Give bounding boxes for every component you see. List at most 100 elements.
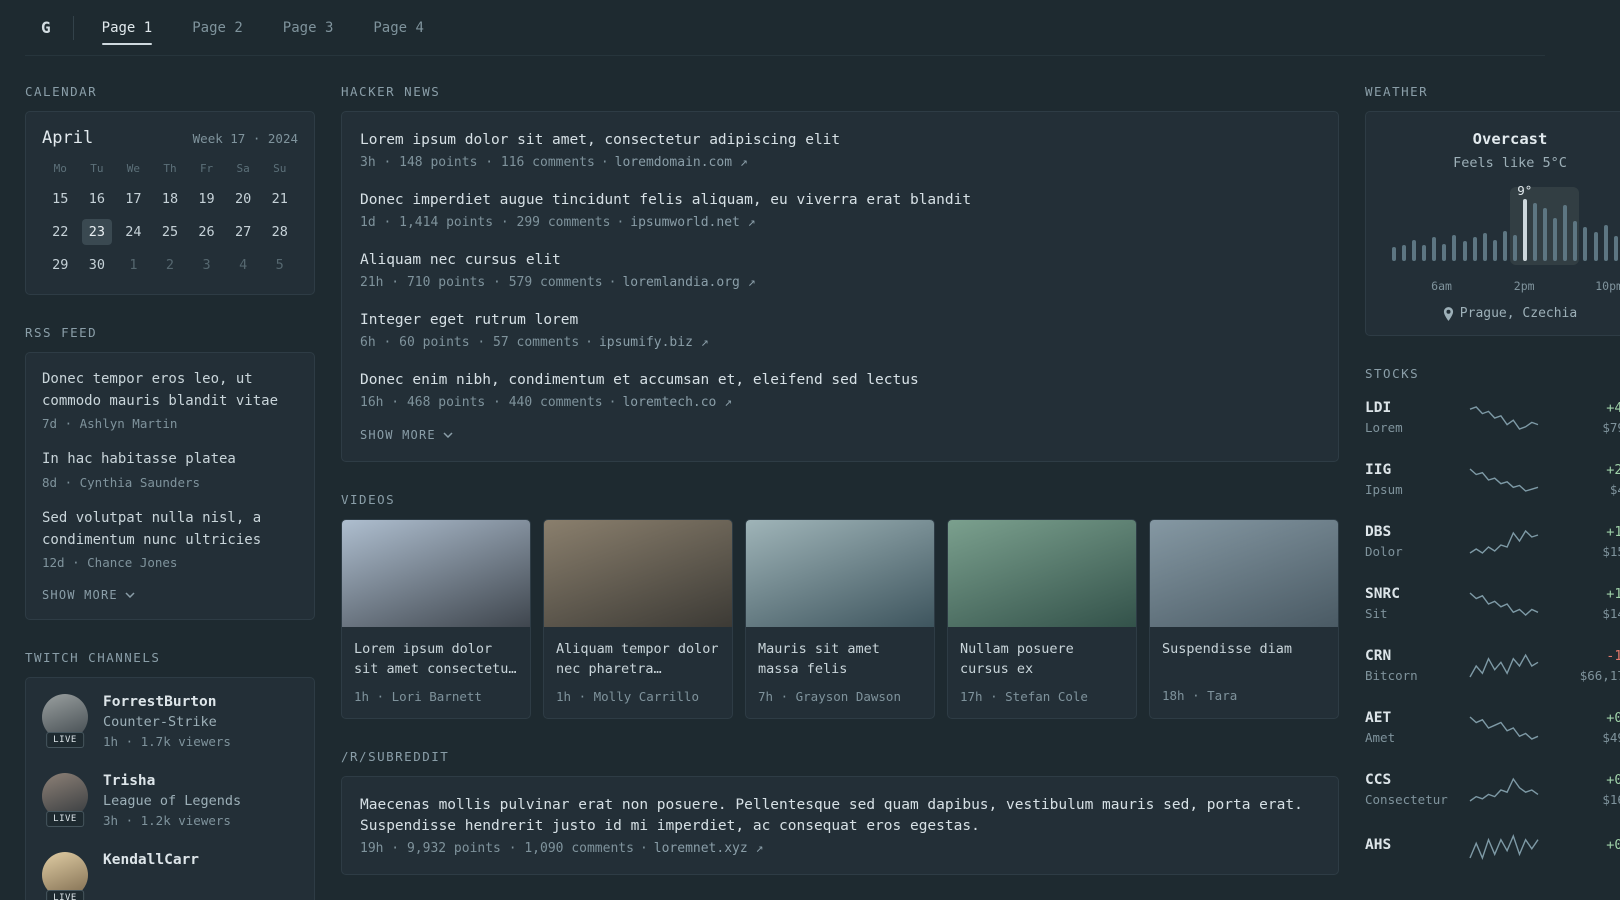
hn-item-title[interactable]: Donec imperdiet augue tincidunt felis al…	[360, 190, 1320, 211]
stock-sparkline	[1469, 777, 1539, 802]
video-thumbnail[interactable]	[1150, 520, 1338, 628]
show-more-label: SHOW MORE	[360, 428, 436, 443]
stock-change: +2.84%	[1606, 462, 1620, 478]
twitch-widget: TWITCH CHANNELS LIVE ForrestBurton Count…	[25, 650, 315, 900]
stock-change: +0.92%	[1606, 710, 1620, 726]
rss-item-title[interactable]: Donec tempor eros leo, ut commodo mauris…	[42, 369, 298, 412]
hn-item: Aliquam nec cursus elit 21h · 710 points…	[360, 250, 1320, 290]
calendar-day: 18	[161, 191, 179, 207]
channel-game: Counter-Strike	[103, 714, 217, 731]
top-nav: G Page 1 Page 2 Page 3 Page 4	[25, 0, 1545, 56]
calendar-day: 19	[198, 191, 215, 207]
stock-row[interactable]: AET Amet +0.92% $499.72	[1365, 703, 1620, 752]
tab-page-1[interactable]: Page 1	[101, 0, 152, 55]
hn-item-title[interactable]: Lorem ipsum dolor sit amet, consectetur …	[360, 130, 1320, 151]
weather-label: WEATHER	[1365, 84, 1429, 99]
subreddit-domain-link[interactable]: loremnet.xyz ↗	[654, 841, 764, 856]
tab-page-3[interactable]: Page 3	[283, 0, 334, 55]
stock-name: Lorem	[1365, 420, 1403, 435]
channel-name[interactable]: KendallCarr	[103, 852, 199, 868]
video-title[interactable]: Nullam posuere cursus ex	[960, 639, 1124, 680]
weather-bar	[1593, 232, 1598, 261]
video-title[interactable]: Suspendisse diam	[1162, 639, 1326, 679]
stock-row[interactable]: CRN Bitcorn -1.00% $66,171.48	[1365, 641, 1620, 690]
weather-bar	[1482, 233, 1487, 261]
stock-change: +4.35%	[1606, 400, 1620, 416]
video-thumbnail[interactable]	[746, 520, 934, 628]
videos-label: VIDEOS	[341, 492, 396, 508]
calendar-dow: Mo	[53, 162, 67, 175]
stock-row[interactable]: DBS Dolor +1.42% $156.28	[1365, 517, 1620, 566]
hn-item-domain-link[interactable]: loremlandia.org ↗	[622, 275, 755, 290]
twitch-channel-row[interactable]: LIVE Trisha League of Legends 3h · 1.2k …	[42, 773, 298, 828]
video-card[interactable]: Mauris sit amet massa felis 7h · Grayson…	[745, 519, 935, 719]
stock-row[interactable]: SNRC Sit +1.36% $148.64	[1365, 579, 1620, 628]
meta-separator: ·	[608, 275, 617, 291]
calendar-day: 1	[129, 257, 138, 273]
hn-item-title[interactable]: Integer eget rutrum lorem	[360, 310, 1320, 331]
stock-row[interactable]: IIG Ipsum +2.84% $42.04	[1365, 455, 1620, 504]
twitch-channel-row[interactable]: LIVE ForrestBurton Counter-Strike 1h · 1…	[42, 694, 298, 749]
right-column: WEATHER Overcast Feels like 5°C 9° 6am 2…	[1365, 84, 1620, 867]
stocks-label: STOCKS	[1365, 366, 1420, 381]
video-meta: 1h · Molly Carrillo	[556, 688, 699, 704]
rss-show-more-button[interactable]: SHOW MORE	[42, 588, 135, 602]
stock-row[interactable]: CCS Consectetur +0.51% $165.84	[1365, 765, 1620, 814]
hn-item-meta: 1d · 1,414 points · 299 comments	[360, 215, 611, 231]
stock-sparkline	[1469, 405, 1539, 430]
chevron-down-icon	[443, 432, 453, 439]
weather-bar	[1402, 245, 1407, 261]
stock-symbol: SNRC	[1365, 586, 1400, 602]
weather-hours: 6am 2pm 10pm	[1392, 279, 1620, 294]
rss-item-meta: 8d · Cynthia Saunders	[42, 475, 201, 491]
video-thumbnail[interactable]	[948, 520, 1136, 628]
calendar-grid: Mo Tu We Th Fr Sa Su 15 16 17 18 19 20 21 22 23 24 25 26 27…	[42, 162, 298, 278]
weather-bar	[1553, 218, 1558, 261]
weather-bar	[1543, 208, 1548, 261]
subreddit-post-title[interactable]: Maecenas mollis pulvinar erat non posuer…	[360, 795, 1320, 837]
video-thumbnail[interactable]	[342, 520, 530, 628]
hn-item-domain-link[interactable]: ipsumify.biz ↗	[599, 335, 709, 350]
video-title[interactable]: Lorem ipsum dolor sit amet consectetu…	[354, 639, 518, 680]
stock-row[interactable]: LDI Lorem +4.35% $795.18	[1365, 393, 1620, 442]
app-logo[interactable]: G	[25, 18, 73, 37]
hn-item-meta: 3h · 148 points · 116 comments	[360, 155, 595, 171]
video-title[interactable]: Aliquam tempor dolor nec pharetra…	[556, 639, 720, 680]
hn-item-domain-link[interactable]: ipsumworld.net ↗	[630, 215, 755, 230]
video-card[interactable]: Lorem ipsum dolor sit amet consectetu… 1…	[341, 519, 531, 719]
channel-name[interactable]: Trisha	[103, 773, 241, 789]
hn-item-domain-link[interactable]: loremtech.co ↗	[622, 395, 732, 410]
channel-name[interactable]: ForrestBurton	[103, 694, 231, 710]
rss-item: Sed volutpat nulla nisl, a condimentum n…	[42, 508, 298, 570]
hn-item-title[interactable]: Donec enim nibh, condimentum et accumsan…	[360, 370, 1320, 391]
calendar-widget: CALENDAR April Week 17 · 2024 Mo Tu We Th Fr…	[25, 84, 315, 295]
stock-symbol: LDI	[1365, 400, 1392, 416]
avatar-wrap: LIVE	[42, 773, 88, 828]
stock-row[interactable]: AHS +0.46%	[1365, 827, 1620, 867]
weather-bar	[1603, 225, 1608, 261]
middle-column: HACKER NEWS Lorem ipsum dolor sit amet, …	[341, 84, 1339, 875]
hn-item-title[interactable]: Aliquam nec cursus elit	[360, 250, 1320, 271]
rss-item-title[interactable]: In hac habitasse platea	[42, 449, 298, 471]
weather-bar	[1613, 236, 1618, 261]
tab-page-4[interactable]: Page 4	[373, 0, 424, 55]
hn-show-more-button[interactable]: SHOW MORE	[360, 428, 453, 442]
weather-bar	[1502, 231, 1507, 261]
tab-page-2[interactable]: Page 2	[192, 0, 243, 55]
rss-item-title[interactable]: Sed volutpat nulla nisl, a condimentum n…	[42, 508, 298, 551]
video-title[interactable]: Mauris sit amet massa felis	[758, 639, 922, 680]
stock-name: Dolor	[1365, 544, 1403, 559]
video-card[interactable]: Aliquam tempor dolor nec pharetra… 1h · …	[543, 519, 733, 719]
calendar-dow: Sa	[236, 162, 250, 175]
stock-change: -1.00%	[1606, 648, 1620, 664]
subreddit-widget: /R/SUBREDDIT Maecenas mollis pulvinar er…	[341, 749, 1339, 875]
video-card[interactable]: Nullam posuere cursus ex 17h · Stefan Co…	[947, 519, 1137, 719]
weather-bar	[1512, 235, 1517, 261]
video-card[interactable]: Suspendisse diam 18h · Tara	[1149, 519, 1339, 719]
hn-item-domain-link[interactable]: loremdomain.com ↗	[615, 155, 748, 170]
rss-widget: RSS FEED Donec tempor eros leo, ut commo…	[25, 325, 315, 621]
channel-game: League of Legends	[103, 793, 242, 810]
stock-sparkline	[1469, 653, 1539, 677]
twitch-channel-row[interactable]: LIVE KendallCarr	[42, 852, 298, 900]
video-thumbnail[interactable]	[544, 520, 732, 628]
